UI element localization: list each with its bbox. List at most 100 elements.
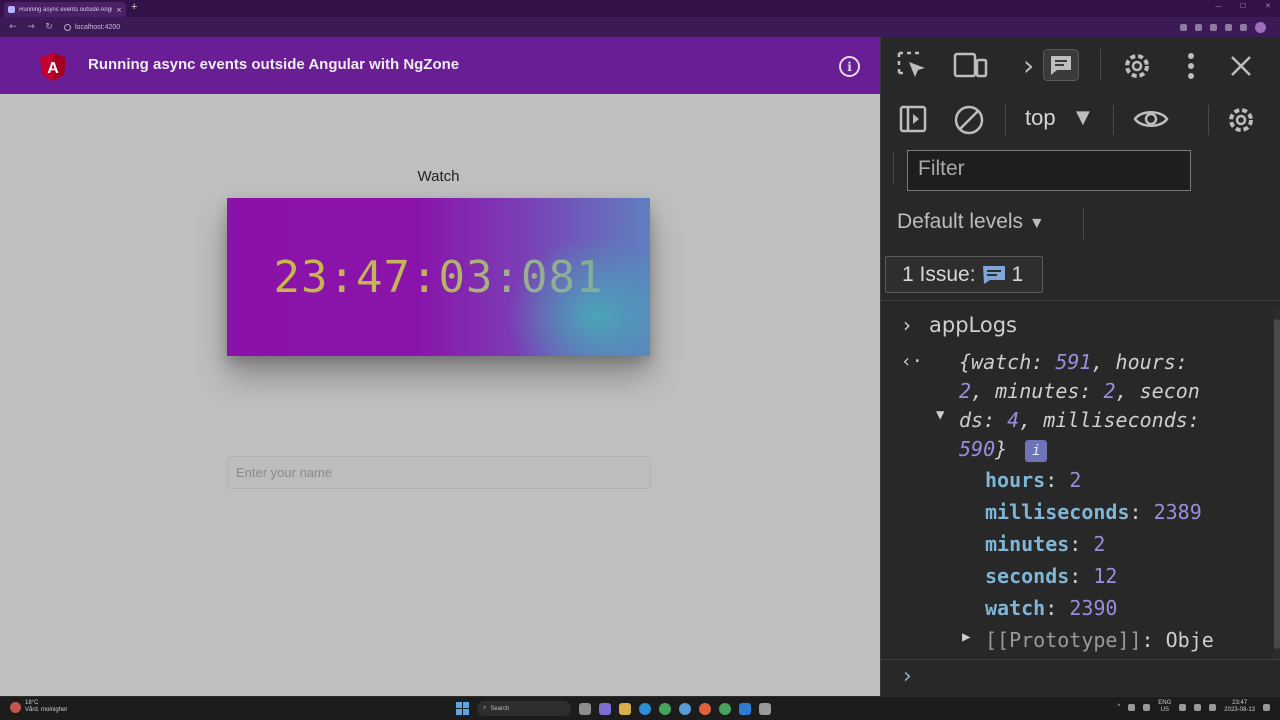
weather-temperature: 18°C xyxy=(25,700,39,706)
weather-widget[interactable]: 18°C Vård. molnighet xyxy=(10,700,67,714)
log-levels-dropdown[interactable]: Default levels ▼ xyxy=(897,210,1045,234)
chrome-dev-icon[interactable] xyxy=(719,702,731,715)
chrome-icon[interactable] xyxy=(659,702,671,715)
object-info-icon[interactable]: i xyxy=(1025,439,1048,462)
issues-label: 1 Issue: xyxy=(902,262,976,286)
property-row[interactable]: seconds: 12 xyxy=(985,564,1117,588)
console-scrollbar[interactable] xyxy=(1273,309,1280,659)
close-window-icon[interactable]: ✕ xyxy=(1265,2,1271,10)
task-view-icon[interactable] xyxy=(579,702,591,715)
wifi-icon[interactable] xyxy=(1179,703,1187,711)
sidebar-toggle-icon[interactable] xyxy=(899,105,927,133)
toolbar-separator xyxy=(1100,49,1101,81)
battery-icon[interactable] xyxy=(1209,703,1217,711)
collapse-object-icon[interactable]: ▼ xyxy=(936,407,944,423)
svg-text:A: A xyxy=(47,60,59,77)
device-toolbar-icon[interactable] xyxy=(953,51,989,81)
inspect-element-icon[interactable] xyxy=(897,51,929,81)
search-icon: ⌕ xyxy=(483,705,487,711)
maximize-icon[interactable]: ☐ xyxy=(1240,2,1246,10)
issues-button[interactable]: 1 Issue: 1 xyxy=(885,256,1043,293)
scrollbar-thumb[interactable] xyxy=(1274,319,1280,649)
toolbar-separator xyxy=(1083,207,1084,239)
url-field[interactable]: localhost:4200 xyxy=(64,23,121,31)
angular-logo-icon: A xyxy=(40,53,66,81)
property-row[interactable]: watch: 2390 xyxy=(985,596,1117,620)
prototype-row[interactable]: [[Prototype]]: Obje xyxy=(985,628,1229,652)
result-arrow-icon: ‹· xyxy=(901,351,923,372)
prompt-chevron-icon: › xyxy=(903,664,912,689)
bookmark-star-icon[interactable] xyxy=(1210,24,1217,31)
more-options-icon[interactable] xyxy=(1186,52,1196,80)
clear-console-icon[interactable] xyxy=(953,104,985,136)
console-settings-icon[interactable] xyxy=(1225,104,1257,136)
taskbar-search[interactable]: ⌕ Search xyxy=(477,701,571,716)
site-info-icon[interactable] xyxy=(64,23,71,31)
weather-condition: Vård. molnighet xyxy=(25,707,68,713)
profile-avatar[interactable] xyxy=(1255,22,1266,33)
property-row[interactable]: milliseconds: 2389 xyxy=(985,500,1202,524)
language-indicator[interactable]: ENG US xyxy=(1158,700,1171,714)
browser-tab[interactable]: Running async events outside Angular wit… xyxy=(4,2,126,17)
settings-gear-icon[interactable] xyxy=(1121,50,1153,82)
more-tabs-icon[interactable]: › xyxy=(1023,49,1034,82)
console-output: › appLogs ‹· {watch: 591, hours: 2, minu… xyxy=(881,309,1273,659)
context-selector[interactable]: top xyxy=(1025,105,1056,131)
expand-log-chevron-icon[interactable]: › xyxy=(903,313,911,337)
url-text: localhost:4200 xyxy=(75,23,121,31)
new-tab-button[interactable]: + xyxy=(131,1,137,13)
app-title: Running async events outside Angular wit… xyxy=(88,56,460,73)
volume-icon[interactable] xyxy=(1194,703,1202,711)
live-expression-eye-icon[interactable] xyxy=(1133,107,1169,131)
app-toolbar: A Running async events outside Angular w… xyxy=(0,37,880,94)
tab-strip: Running async events outside Angular wit… xyxy=(0,0,1280,17)
expand-prototype-icon[interactable]: ▶ xyxy=(962,629,970,645)
clock[interactable]: 23:47 2023-08-13 xyxy=(1224,700,1255,714)
name-input[interactable] xyxy=(227,456,651,489)
forward-icon[interactable]: → xyxy=(26,22,36,32)
app-icon[interactable] xyxy=(679,702,691,715)
notifications-icon[interactable] xyxy=(1263,703,1270,711)
back-icon[interactable]: ← xyxy=(8,22,18,32)
console-filter-input[interactable]: Filter xyxy=(907,150,1191,191)
toolbar-icons xyxy=(1180,22,1266,33)
vscode-icon[interactable] xyxy=(739,702,751,715)
zoom-icon[interactable] xyxy=(1180,24,1187,31)
info-icon[interactable]: i xyxy=(839,56,860,77)
system-tray: ^ ENG US 23:47 2023-08-13 xyxy=(1117,700,1270,714)
filter-separator xyxy=(893,153,894,185)
tray-overflow-icon[interactable]: ^ xyxy=(1117,704,1120,710)
object-summary-line[interactable]: {watch: 591, hours: xyxy=(959,350,1188,374)
file-explorer-icon[interactable] xyxy=(619,702,631,715)
teams-icon[interactable] xyxy=(599,702,611,715)
console-prompt[interactable]: › xyxy=(881,659,1280,696)
context-dropdown-icon[interactable]: ▼ xyxy=(1076,107,1090,128)
taskbar-apps: ⌕ Search xyxy=(456,701,771,716)
toolbar-separator xyxy=(1208,105,1209,135)
object-summary-line: 590} i xyxy=(959,437,1048,462)
cloud-icon[interactable] xyxy=(1128,703,1136,711)
address-bar: ← → ↻ localhost:4200 xyxy=(0,17,1280,37)
share-icon[interactable] xyxy=(1195,24,1202,31)
search-label: Search xyxy=(490,705,510,712)
start-windows-icon[interactable] xyxy=(456,702,469,715)
reload-icon[interactable]: ↻ xyxy=(44,22,54,32)
firefox-icon[interactable] xyxy=(699,702,711,715)
extensions-icon[interactable] xyxy=(1225,24,1232,31)
weather-icon xyxy=(10,701,21,713)
close-devtools-icon[interactable] xyxy=(1230,55,1252,77)
app-tray-icon[interactable] xyxy=(1143,703,1151,711)
minimize-icon[interactable]: — xyxy=(1215,2,1222,10)
watch-label: Watch xyxy=(417,168,460,185)
tab-title: Running async events outside Angular wit… xyxy=(19,6,112,13)
edge-icon[interactable] xyxy=(639,702,651,715)
sidebar-icon[interactable] xyxy=(1240,24,1247,31)
console-panel-icon[interactable] xyxy=(1043,49,1079,81)
property-row[interactable]: hours: 2 xyxy=(985,468,1081,492)
favicon-icon xyxy=(8,6,15,13)
toolbar-separator xyxy=(1113,105,1114,135)
property-row[interactable]: minutes: 2 xyxy=(985,532,1105,556)
app-viewport: A Running async events outside Angular w… xyxy=(0,37,880,696)
tab-close-icon[interactable]: × xyxy=(116,6,122,14)
app-icon[interactable] xyxy=(759,702,771,715)
